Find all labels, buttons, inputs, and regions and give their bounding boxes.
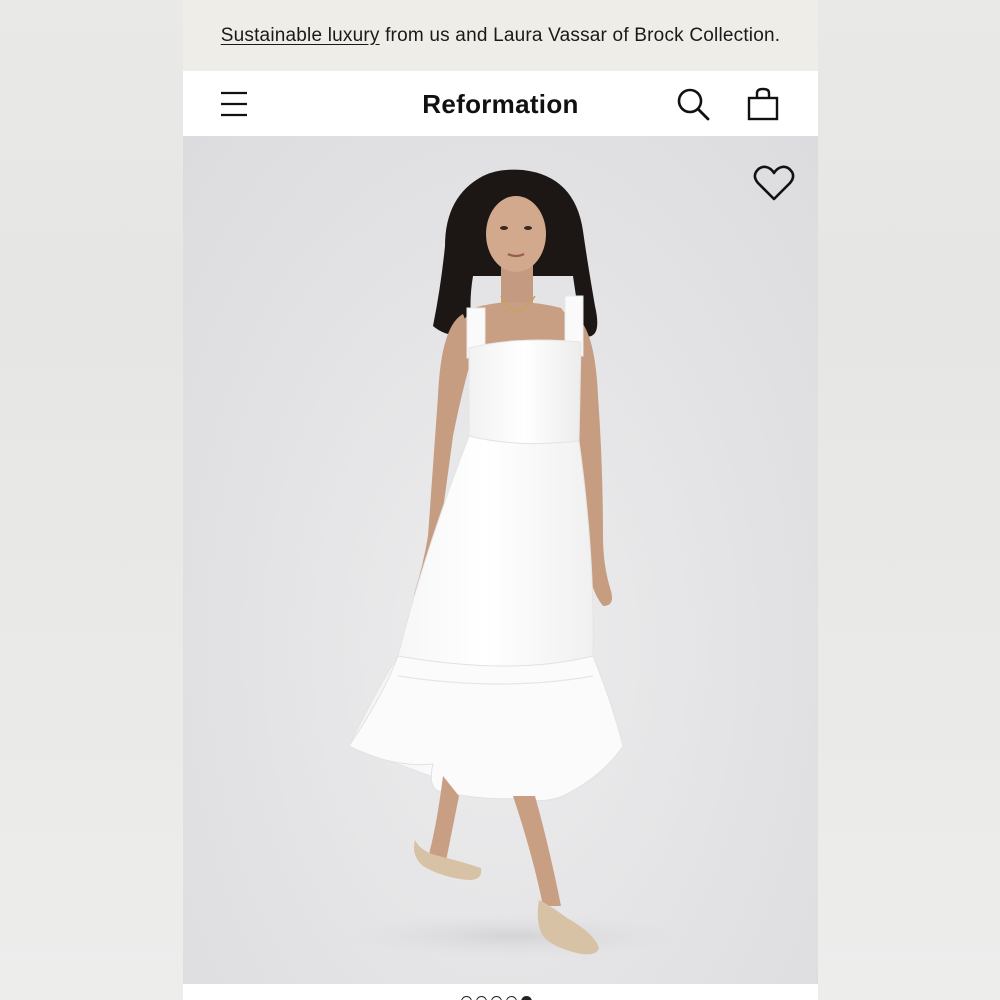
carousel-dot-4[interactable] [506,996,517,1000]
shopping-bag-button[interactable] [746,87,780,121]
site-header: Reformation [183,71,818,136]
brand-logo[interactable]: Reformation [422,89,578,119]
page-margin-right [818,0,1000,1000]
brand-logo-wrap: Reformation [183,71,818,136]
page-margin-left [0,0,183,1000]
carousel-dot-1[interactable] [461,996,472,1000]
favorite-button[interactable] [753,164,795,202]
promo-link[interactable]: Sustainable luxury [221,25,380,47]
product-photo [343,169,683,958]
heart-icon [753,165,795,201]
mobile-page: Sustainable luxury from us and Laura Vas… [183,0,818,1000]
carousel-dot-2[interactable] [476,996,487,1000]
search-icon [677,88,710,121]
promo-banner: Sustainable luxury from us and Laura Vas… [183,0,818,71]
menu-icon [221,91,247,117]
search-button[interactable] [676,87,710,121]
carousel-indicator-bar [183,984,818,1000]
product-image[interactable] [183,136,818,984]
carousel-dots [461,996,532,1000]
carousel-dot-3[interactable] [491,996,502,1000]
menu-button[interactable] [219,89,249,119]
carousel-dot-5[interactable] [521,996,532,1000]
shopping-bag-icon [747,87,779,121]
promo-text: from us and Laura Vassar of Brock Collec… [385,24,781,46]
